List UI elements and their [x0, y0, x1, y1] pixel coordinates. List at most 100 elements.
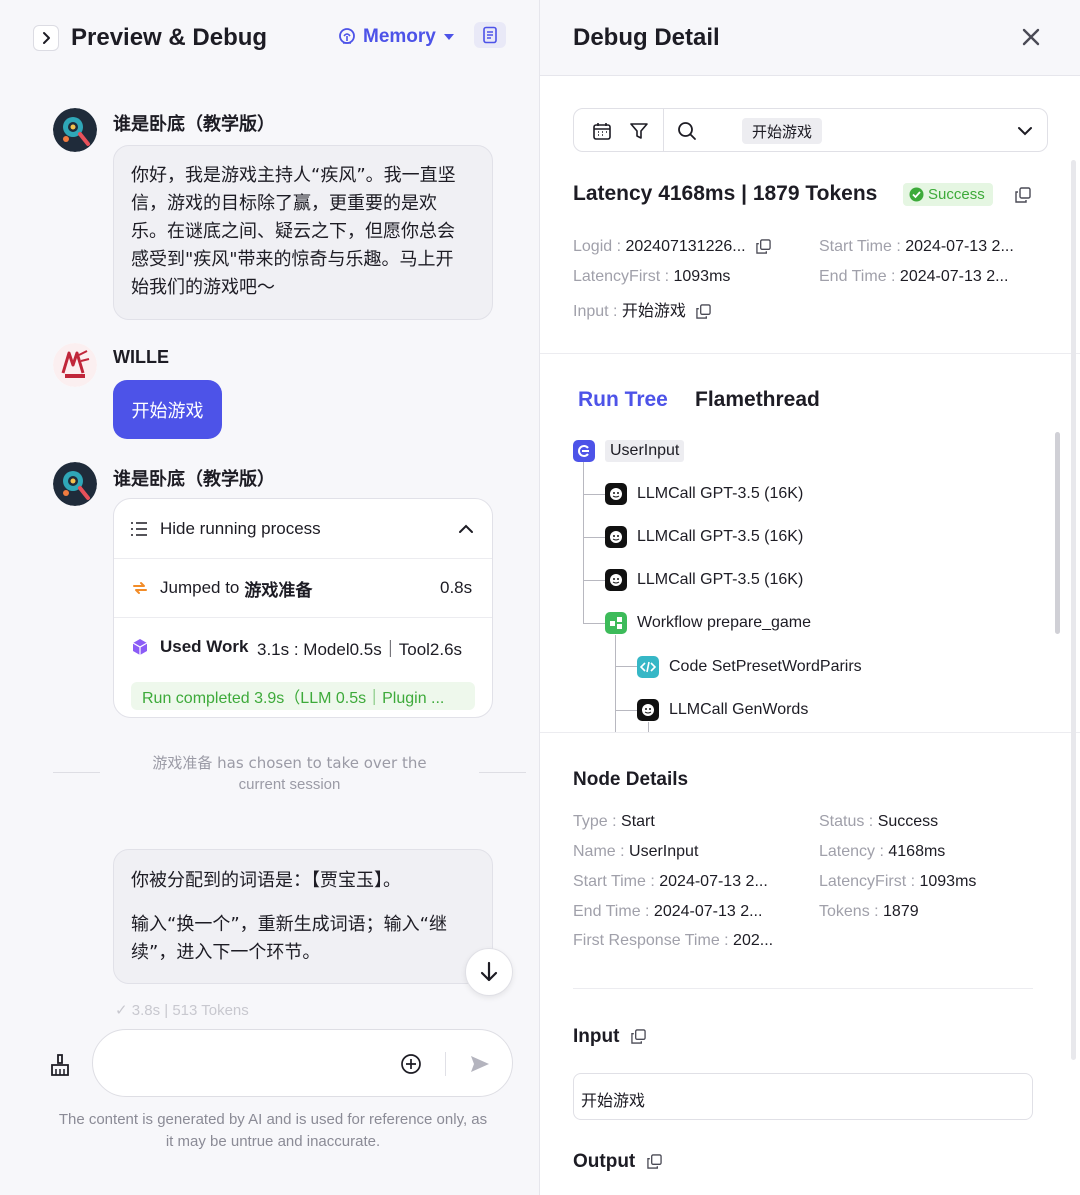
workflow-label: Used Work — [160, 637, 249, 656]
tree-connector — [583, 462, 584, 624]
tree-scrollbar[interactable] — [1055, 432, 1060, 634]
divider — [540, 732, 1080, 733]
user-input-icon — [573, 440, 595, 462]
bot-greeting-bubble: 你好，我是游戏主持人“疾风”。我一直坚 信，游戏的目标除了赢，更重要的是欢 乐。… — [113, 145, 493, 320]
field-key: Type : — [573, 813, 622, 830]
notes-button[interactable] — [474, 22, 506, 48]
tree-node-llmcall[interactable]: LLMCall GenWords — [637, 699, 808, 721]
node-end-time-field: End Time : 2024-07-13 2... — [573, 903, 762, 921]
divider — [540, 353, 1080, 354]
start-time-field: Start Time : 2024-07-13 2... — [819, 238, 1014, 256]
field-value: 2024-07-13 2... — [905, 238, 1014, 255]
copy-icon[interactable] — [646, 1154, 662, 1170]
field-key: Name : — [573, 843, 630, 860]
field-value: 1093ms — [673, 268, 731, 285]
close-icon[interactable] — [1020, 26, 1042, 48]
user-avatar — [53, 343, 97, 387]
workflow-stats: 3.1s : Model0.5s｜Tool2.6s — [257, 639, 463, 659]
tree-node-label: LLMCall GPT-3.5 (16K) — [637, 571, 804, 588]
document-icon — [483, 26, 497, 44]
node-latency-field: Latency : 4168ms — [819, 843, 945, 861]
field-key: Start Time : — [573, 873, 660, 890]
clear-history-button[interactable] — [47, 1052, 73, 1078]
workflow-icon — [605, 612, 627, 634]
takeover-line: current session — [238, 776, 341, 793]
copy-icon[interactable] — [631, 1029, 646, 1045]
filter-icon[interactable] — [629, 121, 649, 141]
tab-run-tree[interactable]: Run Tree — [578, 388, 668, 412]
divider — [445, 1052, 446, 1076]
field-value: UserInput — [629, 843, 699, 860]
field-key: End Time : — [573, 903, 654, 920]
running-process-card: Hide running process Jumped to 游戏准备 0.8s… — [113, 498, 493, 718]
code-icon — [637, 656, 659, 678]
divider — [573, 988, 1033, 989]
reply-line: 输入“换一个”，重新生成词语；输入“继 — [131, 914, 447, 935]
status-badge: Success — [903, 183, 993, 206]
hide-process-toggle[interactable]: Hide running process — [114, 499, 492, 558]
node-tokens-field: Tokens : 1879 — [819, 903, 919, 921]
end-time-field: End Time : 2024-07-13 2... — [819, 268, 1008, 286]
calendar-icon[interactable] — [592, 121, 612, 141]
search-query-tag[interactable]: 开始游戏 — [742, 118, 823, 144]
field-value: Start — [621, 813, 655, 830]
field-value: 2024-07-13 2... — [899, 268, 1009, 285]
message-line: 感受到"疾风"带来的惊奇与乐趣。马上开 — [131, 249, 454, 270]
field-value: 202407131226... — [625, 238, 746, 255]
bot-avatar — [53, 462, 97, 506]
field-value: 2024-07-13 2... — [653, 903, 763, 920]
add-circle-icon[interactable] — [400, 1053, 422, 1075]
divider — [663, 109, 664, 151]
llm-icon — [605, 526, 627, 548]
bot-name: 谁是卧底（教学版） — [113, 114, 275, 134]
node-latency-first-field: LatencyFirst : 1093ms — [819, 873, 976, 891]
llm-icon — [605, 483, 627, 505]
disclaimer-line: The content is generated by AI and is us… — [58, 1111, 488, 1128]
preview-header: Preview & Debug Memory — [0, 0, 540, 76]
tree-connector — [583, 623, 605, 624]
run-filter-bar: 开始游戏 — [573, 108, 1048, 152]
copy-icon[interactable] — [696, 304, 712, 319]
tree-node-label: Code SetPresetWordParirs — [669, 658, 862, 675]
input-title: Input — [573, 1026, 620, 1047]
debug-header: Debug Detail — [540, 0, 1080, 76]
message-line: 始我们的游戏吧～ — [131, 277, 275, 298]
panel-scrollbar[interactable] — [1071, 160, 1076, 1060]
field-key: Status : — [819, 813, 878, 830]
tree-node-llmcall[interactable]: LLMCall GPT-3.5 (16K) — [605, 526, 803, 548]
tree-connector — [648, 722, 649, 732]
tree-node-userinput[interactable]: UserInput — [573, 440, 685, 462]
node-details-title: Node Details — [573, 769, 689, 790]
tree-node-code[interactable]: Code SetPresetWordParirs — [637, 656, 862, 678]
tab-flamethread[interactable]: Flamethread — [695, 388, 820, 412]
tree-connector — [583, 580, 605, 581]
copy-icon[interactable] — [1015, 187, 1031, 203]
arrow-down-icon — [480, 961, 498, 982]
chevron-down-icon[interactable] — [1017, 126, 1033, 136]
message-input[interactable] — [92, 1029, 513, 1097]
jump-icon — [133, 582, 147, 594]
tree-node-label: LLMCall GenWords — [669, 701, 809, 718]
scroll-to-bottom-button[interactable] — [465, 948, 513, 996]
logid-field: Logid : 202407131226... — [573, 238, 771, 256]
tree-node-workflow[interactable]: Workflow prepare_game — [605, 612, 811, 634]
memory-dropdown[interactable]: Memory — [337, 26, 456, 48]
field-value: 1879 — [883, 903, 919, 920]
status-label: Success — [928, 186, 985, 203]
llm-icon — [637, 699, 659, 721]
output-section-title: Output — [573, 1151, 662, 1173]
copy-icon[interactable] — [756, 239, 771, 254]
search-icon[interactable] — [677, 121, 697, 141]
expand-panel-button[interactable] — [33, 25, 59, 51]
field-value: 1093ms — [919, 873, 977, 890]
tree-node-llmcall[interactable]: LLMCall GPT-3.5 (16K) — [605, 569, 803, 591]
send-icon[interactable] — [469, 1053, 491, 1075]
chevron-right-icon — [43, 32, 50, 44]
tree-node-label: LLMCall GPT-3.5 (16K) — [637, 485, 804, 502]
caret-down-icon — [443, 34, 454, 40]
jump-time: 0.8s — [440, 578, 473, 597]
tree-node-llmcall[interactable]: LLMCall GPT-3.5 (16K) — [605, 483, 803, 505]
message-meta: ✓ 3.8s | 513 Tokens — [115, 1002, 249, 1019]
ai-disclaimer: The content is generated by AI and is us… — [30, 1109, 516, 1153]
workflow-step-row: Used Work 3.1s : Model0.5s｜Tool2.6s — [114, 618, 492, 676]
